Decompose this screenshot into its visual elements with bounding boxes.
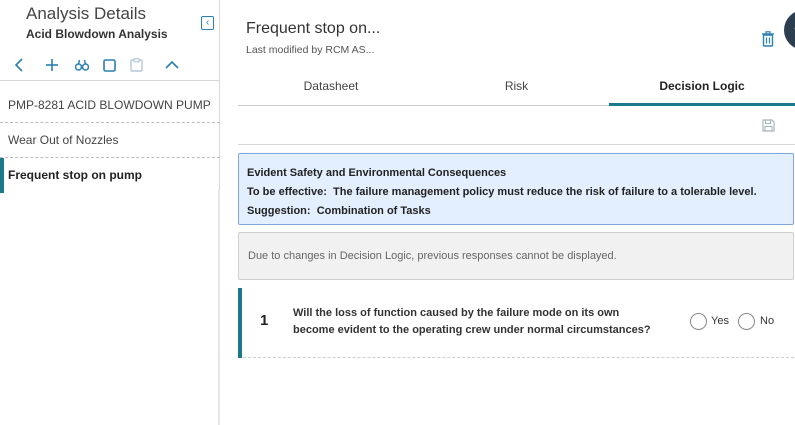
- tab-datasheet[interactable]: Datasheet: [238, 68, 424, 106]
- back-icon[interactable]: [10, 56, 28, 74]
- question-row: 1 Will the loss of function caused by th…: [238, 288, 794, 358]
- question-text: Will the loss of function caused by the …: [293, 307, 651, 336]
- suggestion-text: Combination of Tasks: [316, 205, 431, 217]
- sidebar-toolbar: [0, 51, 220, 81]
- sidebar-header: Analysis Details Acid Blowdown Analysis …: [0, 0, 220, 50]
- record-subtitle: Last modified by RCM AS...: [246, 44, 375, 56]
- effective-label: To be effective:: [247, 186, 327, 198]
- chevron-up-icon[interactable]: [163, 56, 181, 74]
- consequence-info-box: Evident Safety and Environmental Consequ…: [238, 153, 794, 225]
- tab-decision-logic[interactable]: Decision Logic: [609, 68, 795, 106]
- add-icon[interactable]: [43, 56, 61, 74]
- record-tabs: Datasheet Risk Decision Logic: [238, 68, 795, 106]
- copy-icon[interactable]: [100, 56, 118, 74]
- list-item[interactable]: Wear Out of Nozzles: [0, 123, 220, 158]
- analysis-sidebar: Analysis Details Acid Blowdown Analysis …: [0, 0, 220, 425]
- trash-icon[interactable]: [761, 31, 775, 47]
- failure-mode-list: PMP-8281 ACID BLOWDOWN PUMP Wear Out of …: [0, 88, 220, 193]
- binoculars-icon[interactable]: [73, 56, 91, 74]
- yes-label[interactable]: Yes: [711, 315, 729, 327]
- action-bar: [238, 107, 795, 145]
- no-label[interactable]: No: [760, 315, 774, 327]
- yes-radio[interactable]: [690, 313, 707, 330]
- sidebar-title: Analysis Details: [26, 4, 146, 23]
- suggestion-label: Suggestion:: [247, 205, 311, 217]
- list-item-selected[interactable]: Frequent stop on pump: [0, 158, 220, 193]
- chevron-left-icon[interactable]: ‹: [201, 16, 214, 30]
- tab-risk[interactable]: Risk: [424, 68, 609, 106]
- list-item[interactable]: PMP-8281 ACID BLOWDOWN PUMP: [0, 88, 220, 123]
- sidebar-subtitle: Acid Blowdown Analysis: [26, 27, 168, 41]
- notice-message: Due to changes in Decision Logic, previo…: [238, 232, 794, 280]
- consequence-heading: Evident Safety and Environmental Consequ…: [247, 167, 507, 179]
- record-title: Frequent stop on...: [246, 20, 381, 37]
- sidebar-scrollbar[interactable]: [218, 190, 220, 425]
- save-icon[interactable]: [762, 119, 775, 132]
- question-accent-bar: [238, 288, 242, 358]
- record-panel: Frequent stop on... Last modified by RCM…: [221, 0, 795, 425]
- effective-text: The failure management policy must reduc…: [333, 186, 757, 198]
- no-radio[interactable]: [738, 313, 755, 330]
- paste-icon[interactable]: [127, 56, 145, 74]
- question-number: 1: [260, 312, 269, 329]
